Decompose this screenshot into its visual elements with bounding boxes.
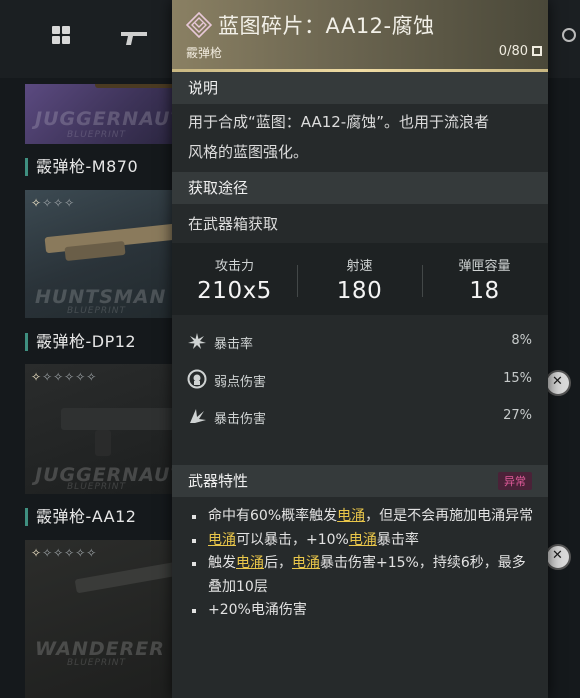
brand-label: HUNTSMAN [35,286,167,308]
traits-list: 命中有60%概率触发电涌，但是不会再施加电涌异常 电涌可以暴击，+10%电涌暴击… [190,505,538,623]
acquire-header: 获取途径 [172,172,548,204]
traits-header: 武器特性 [172,465,548,497]
remove-icon[interactable] [545,544,571,570]
stat-fire-rate: 射速 180 [336,259,383,304]
trait-item: 触发电涌后，电涌暴击伤害+15%，持续6秒，最多叠加10层 [190,552,538,599]
trait-item: 电涌可以暴击，+10%电涌暴击率 [190,529,538,553]
weapon-card-wanderer[interactable]: ✧✧✧✧✧✧ WANDERER BLUEPRINT [25,540,175,698]
acquire-text: 在武器箱获取 [188,215,279,233]
trait-item: 命中有60%概率触发电涌，但是不会再施加电涌异常 [190,505,538,529]
surge-link[interactable]: 电涌 [292,555,320,571]
substat-crit-rate: 暴击率 8% [186,330,532,354]
stat-attack: 攻击力 210x5 [197,259,272,304]
substat-crit-damage: 暴击伤害 27% [186,405,532,429]
fragment-count-icon [532,46,542,56]
brand-sub-label: BLUEPRINT [67,306,127,316]
brand-sub-label: BLUEPRINT [67,482,127,492]
anomaly-tag: 异常 [498,472,532,490]
stat-magazine: 弹匣容量 18 [458,259,511,304]
surge-link[interactable]: 电涌 [236,555,264,571]
fragment-count: 0/80 [498,44,528,59]
rarity-stars: ✧✧✧✧✧✧ [31,546,98,560]
weapon-card-aa12[interactable]: ✧✧✧✧✧✧ JUGGERNAUT BLUEPRINT [25,364,175,494]
circle-icon[interactable] [562,28,576,42]
remove-icon[interactable] [545,370,571,396]
pistol-icon[interactable] [120,30,150,46]
surge-link[interactable]: 电涌 [349,532,377,548]
item-tooltip: 蓝图碎片：AA12-腐蚀 霰弹枪 0/80 说明 用于合成“蓝图：AA12-腐蚀… [172,0,548,698]
weapon-title-m870: 霰弹枪-M870 [25,158,138,176]
weakspot-icon [187,369,207,389]
crit-rate-icon [188,333,206,349]
tooltip-header: 蓝图碎片：AA12-腐蚀 霰弹枪 0/80 [172,0,548,72]
rarity-stars: ✧✧✧✧✧✧ [31,370,98,384]
trait-item: +20%电涌伤害 [190,599,538,623]
stats-panel: 攻击力 210x5 射速 180 弹匣容量 18 [172,243,548,315]
brand-sub-label: BLUEPRINT [67,658,127,668]
surge-link[interactable]: 电涌 [337,508,365,524]
weapon-title-dp12: 霰弹枪-DP12 [25,333,136,351]
brand-sub-label: BLUEPRINT [67,130,127,140]
description-text: 用于合成“蓝图：AA12-腐蚀”。也用于流浪者 风格的蓝图强化。 [188,113,489,161]
rarity-stars: ✧✧✧✧ [31,196,76,210]
tooltip-subtitle: 霰弹枪 [186,46,223,60]
description-header: 说明 [172,72,548,104]
weapon-card-dp12[interactable]: ✧✧✧✧ HUNTSMAN BLUEPRINT [25,190,175,318]
brand-label: JUGGERNAUT [35,108,175,130]
weapon-title-aa12: 霰弹枪-AA12 [25,508,136,526]
blueprint-fragment-icon [186,12,212,38]
tooltip-title: 蓝图碎片：AA12-腐蚀 [218,14,435,38]
crit-damage-icon [190,409,206,423]
surge-link[interactable]: 电涌 [208,532,236,548]
weapon-card-m870[interactable]: JUGGERNAUT BLUEPRINT [25,84,175,144]
substat-weakspot: 弱点伤害 15% [186,368,532,392]
brand-label: WANDERER [35,638,165,660]
grid-icon[interactable] [52,26,74,48]
